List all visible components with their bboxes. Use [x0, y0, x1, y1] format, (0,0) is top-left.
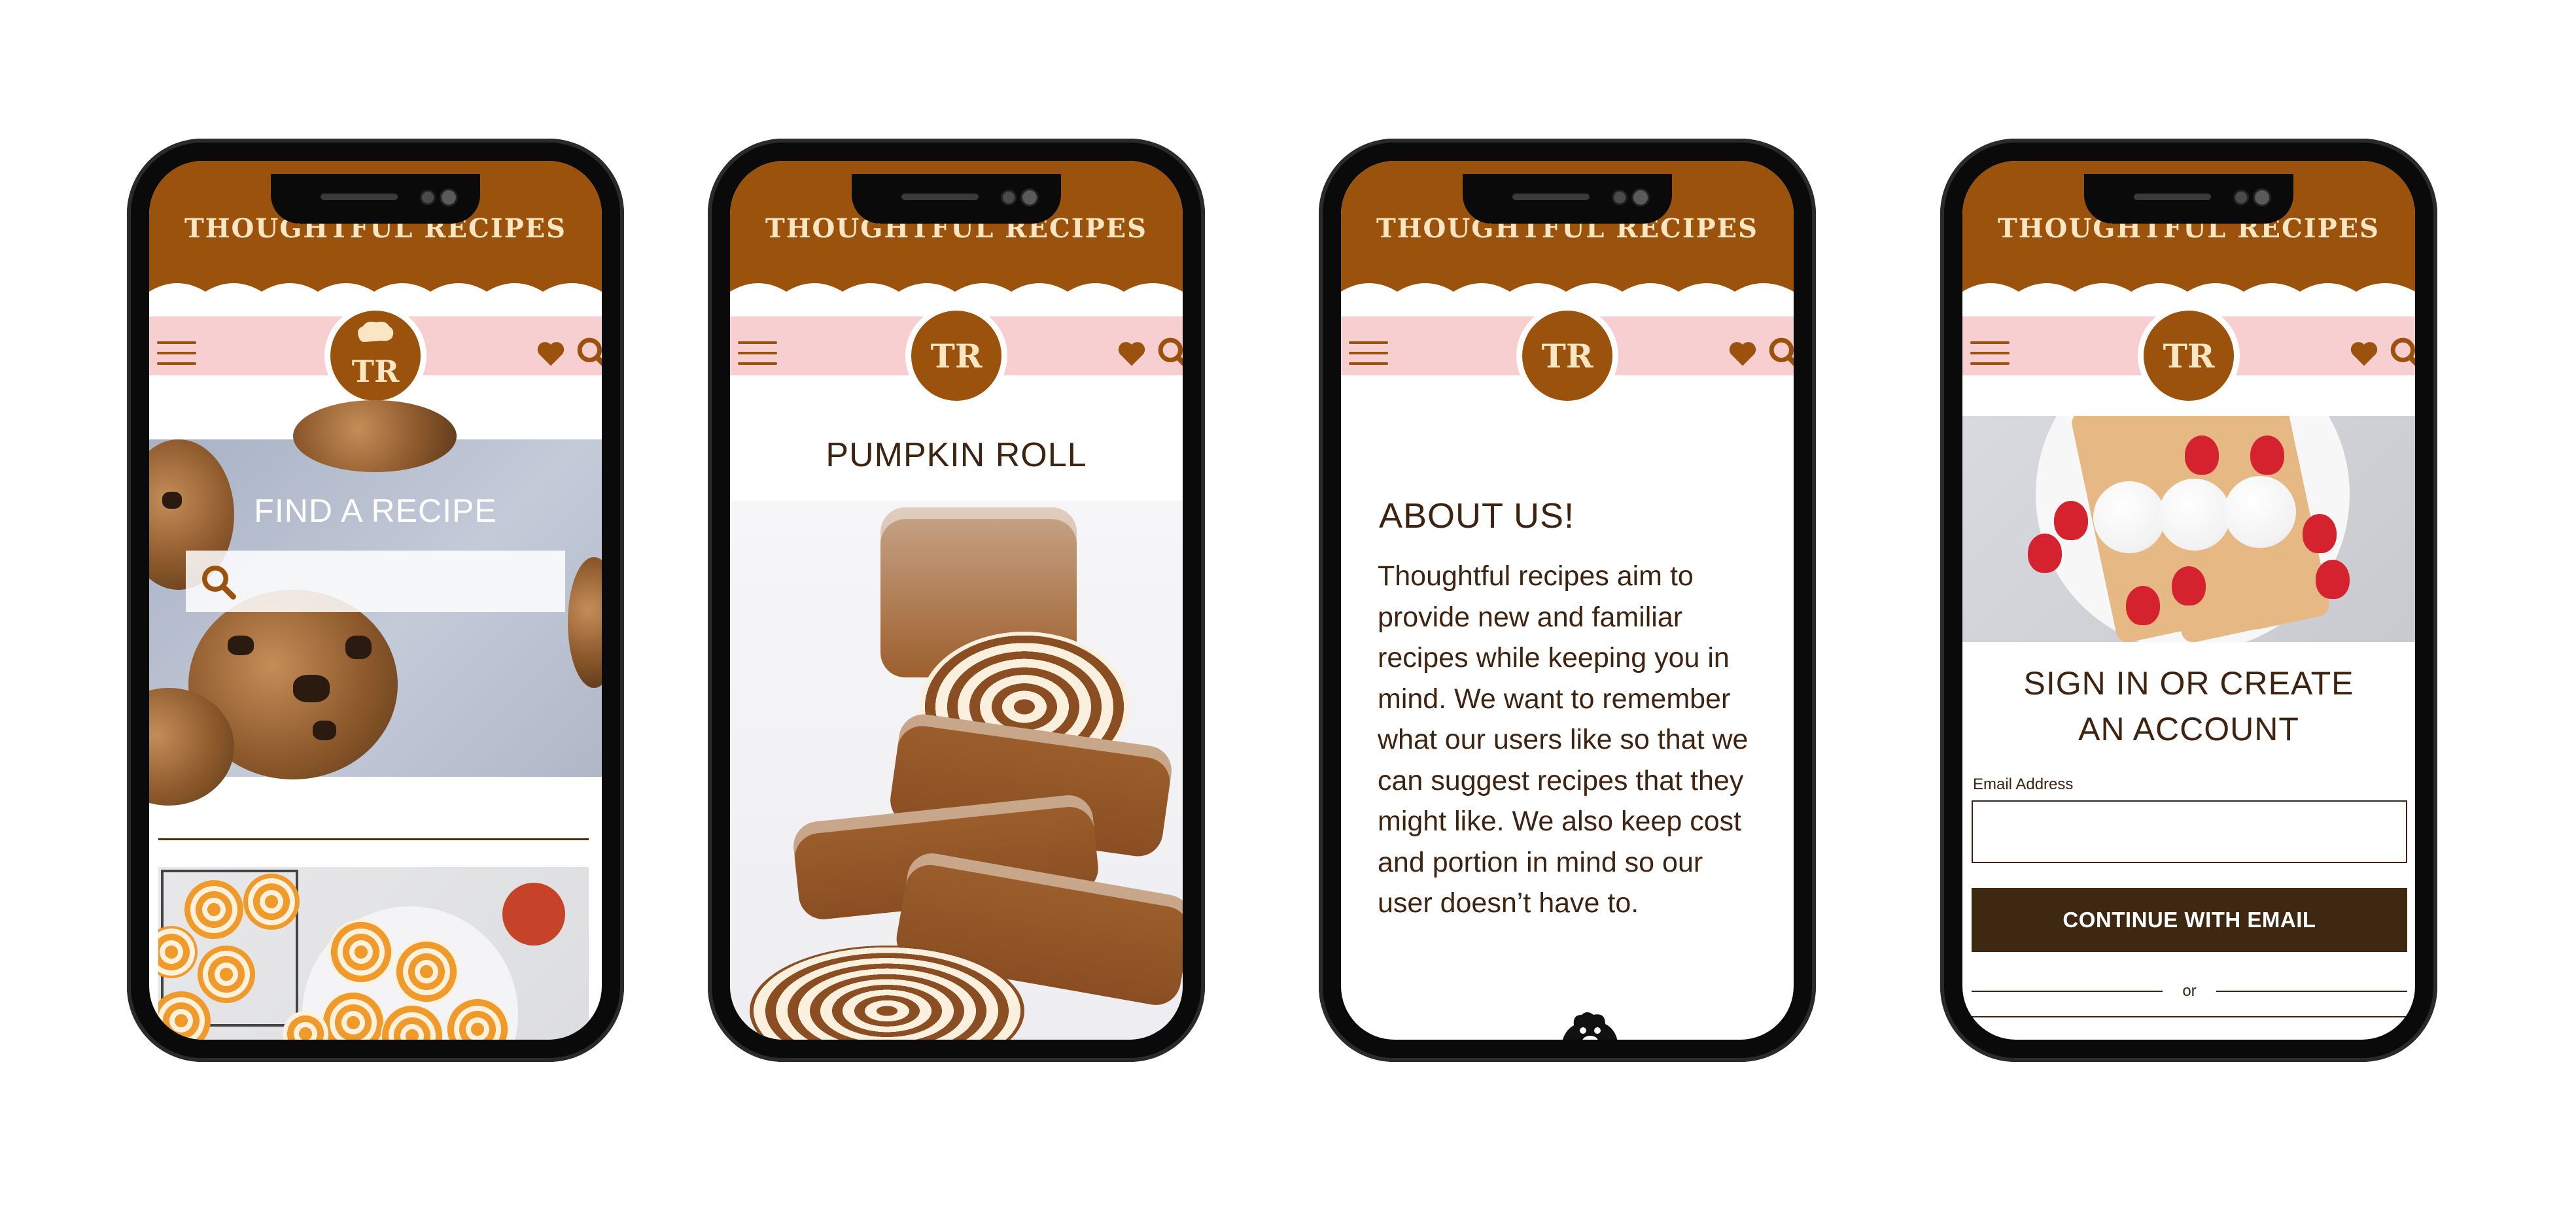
phone-screen: THOUGHTFUL RECIPES TR ABOUT US! Thoughtf… [1341, 161, 1794, 1040]
logo[interactable]: TR [2138, 305, 2240, 407]
find-recipe-title: FIND A RECIPE [254, 492, 497, 529]
search-icon[interactable] [574, 335, 602, 371]
search-icon[interactable] [1155, 335, 1183, 371]
phone-notch [1463, 174, 1672, 224]
logo-badge: TR [1522, 311, 1612, 401]
menu-icon[interactable] [738, 341, 777, 366]
signin-title-line2: AN ACCOUNT [2078, 711, 2299, 747]
menu-icon[interactable] [1970, 341, 2010, 366]
section-divider [1972, 1016, 2407, 1017]
phone-notch [2084, 174, 2293, 224]
signin-title: SIGN IN OR CREATE AN ACCOUNT [1962, 660, 2415, 752]
logo[interactable]: TR [1516, 305, 1618, 407]
recipe-title: PUMPKIN ROLL [826, 436, 1087, 474]
section-divider [158, 838, 589, 840]
menu-icon[interactable] [1349, 341, 1388, 366]
heart-icon[interactable] [1726, 336, 1760, 370]
phone-mockup-find-recipe: THOUGHTFUL RECIPES TR FIND A RECIPE [127, 139, 624, 1062]
email-label: Email Address [1973, 776, 2074, 793]
logo-badge: TR [2144, 311, 2234, 401]
phone-screen: THOUGHTFUL RECIPES TR SIGN IN OR CREATE … [1962, 161, 2415, 1040]
phone-notch [271, 174, 480, 224]
phone-mockup-signin: THOUGHTFUL RECIPES TR SIGN IN OR CREATE … [1940, 139, 2437, 1062]
logo[interactable]: TR [905, 305, 1007, 407]
recipe-search-input[interactable] [186, 551, 565, 612]
logo-initials: TR [2163, 336, 2215, 375]
menu-icon[interactable] [157, 341, 196, 366]
phone-screen: THOUGHTFUL RECIPES TR FIND A RECIPE [149, 161, 602, 1040]
recipe-image-pumpkin-roll [730, 501, 1183, 1040]
chef-hat-icon [358, 321, 394, 342]
logo-badge: TR [911, 311, 1001, 401]
heart-icon[interactable] [1115, 336, 1149, 370]
heart-icon[interactable] [534, 336, 568, 370]
phone-screen: THOUGHTFUL RECIPES TR PUMPKIN ROLL [730, 161, 1183, 1040]
or-label: or [2182, 982, 2197, 1000]
heart-icon[interactable] [2347, 336, 2381, 370]
signin-title-line1: SIGN IN OR CREATE [2023, 665, 2354, 702]
about-body-text: Thoughtful recipes aim to provide new an… [1378, 560, 1749, 919]
logo-initials: TR [351, 354, 400, 389]
about-title: ABOUT US! [1379, 496, 1575, 536]
or-divider: or [1972, 981, 2407, 1002]
phone-notch [852, 174, 1061, 224]
email-field[interactable] [1972, 800, 2407, 863]
logo-badge: TR [330, 311, 421, 401]
bear-icon [1563, 1012, 1618, 1040]
phone-mockup-recipe: THOUGHTFUL RECIPES TR PUMPKIN ROLL [708, 139, 1205, 1062]
logo-initials: TR [930, 336, 983, 375]
hero-image-crepes [1962, 416, 2415, 642]
logo-initials: TR [1541, 336, 1593, 375]
phone-mockup-about: THOUGHTFUL RECIPES TR ABOUT US! Thoughtf… [1319, 139, 1816, 1062]
continue-with-email-button[interactable]: CONTINUE WITH EMAIL [1972, 888, 2407, 952]
search-icon [202, 566, 236, 600]
search-icon[interactable] [1766, 335, 1794, 371]
search-icon[interactable] [2388, 335, 2415, 371]
recipe-card-image[interactable] [158, 867, 589, 1040]
logo[interactable]: TR [324, 305, 426, 407]
